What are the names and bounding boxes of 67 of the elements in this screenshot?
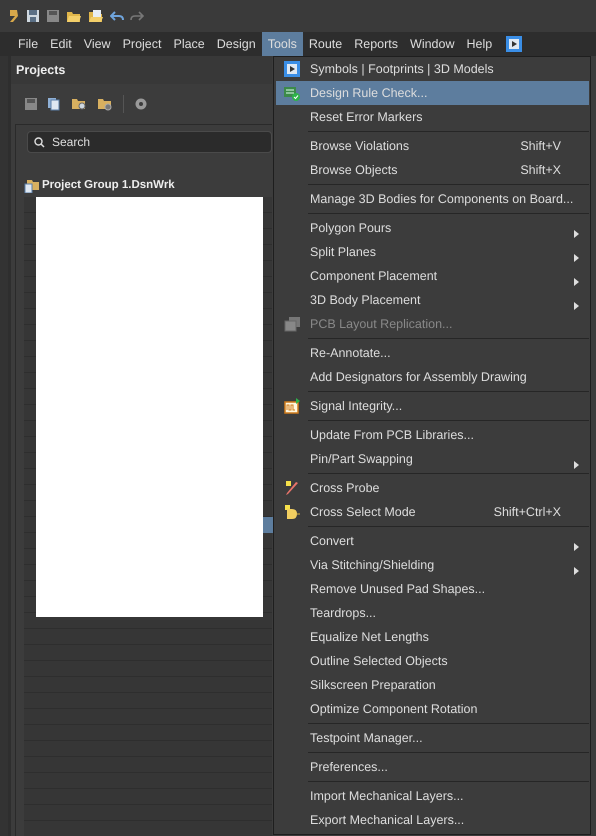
- menu-item[interactable]: View: [78, 32, 117, 56]
- search-field[interactable]: Search: [27, 131, 272, 153]
- menu-item[interactable]: Help: [460, 32, 498, 56]
- waveform-icon: [284, 398, 300, 414]
- menu-item[interactable]: Remove Unused Pad Shapes...: [276, 577, 589, 601]
- submenu-arrow-icon: [574, 302, 579, 310]
- panel-title: Projects: [11, 56, 272, 84]
- menu-item[interactable]: Cross Select Mode Shift+Ctrl+X: [276, 500, 589, 524]
- menu-item[interactable]: Window: [404, 32, 460, 56]
- undo-icon[interactable]: [110, 10, 124, 22]
- menu-item[interactable]: Reports: [348, 32, 404, 56]
- menu-item[interactable]: Signal Integrity...: [276, 394, 589, 418]
- menu-item[interactable]: Teardrops...: [276, 601, 589, 625]
- submenu-arrow-icon: [574, 566, 579, 575]
- tree-item[interactable]: Project Group 1.DsnWrk: [42, 177, 175, 195]
- logo-icon: [8, 8, 20, 24]
- settings-icon[interactable]: [134, 97, 148, 111]
- menu-item[interactable]: Symbols | Footprints | 3D Models: [276, 57, 589, 81]
- menu-item[interactable]: Manage 3D Bodies for Components on Board...: [276, 187, 589, 211]
- project-folder-icon[interactable]: [88, 9, 104, 23]
- submenu-arrow-icon: [574, 542, 579, 551]
- menu-item[interactable]: Cross Probe: [276, 476, 589, 500]
- menu-item[interactable]: Add Designators for Assembly Drawing: [276, 365, 589, 389]
- checklist-icon: [284, 85, 300, 101]
- menu-item[interactable]: File: [12, 32, 44, 56]
- folder-icon[interactable]: [66, 9, 82, 23]
- menu-item[interactable]: Split Planes: [276, 240, 589, 264]
- menu-item[interactable]: 3D Body Placement: [276, 288, 589, 312]
- menu-item[interactable]: Update From PCB Libraries...: [276, 423, 589, 447]
- menu-item[interactable]: Polygon Pours: [276, 216, 589, 240]
- menu-item[interactable]: Testpoint Manager...: [276, 726, 589, 750]
- gate-icon: [284, 504, 300, 520]
- menu-item[interactable]: Project: [116, 32, 168, 56]
- submenu-arrow-icon: [574, 460, 579, 469]
- layout-copy-icon: [284, 316, 300, 332]
- redo-icon[interactable]: [130, 10, 144, 22]
- menu-item[interactable]: Re-Annotate...: [276, 341, 589, 365]
- menu-item[interactable]: Optimize Component Rotation: [276, 697, 589, 721]
- menu-item[interactable]: Edit: [44, 32, 78, 56]
- documents-icon[interactable]: [47, 97, 61, 111]
- menu-item[interactable]: Preferences...: [276, 755, 589, 779]
- folder-search-icon[interactable]: [71, 97, 87, 111]
- menu-item[interactable]: Design: [210, 32, 262, 56]
- project-group-icon: [24, 179, 40, 193]
- menu-item[interactable]: Import Mechanical Layers...: [276, 784, 589, 808]
- pencil-icon: [284, 480, 300, 496]
- menu-item[interactable]: Silkscreen Preparation: [276, 673, 589, 697]
- save-all-icon[interactable]: [46, 9, 60, 23]
- menu-item[interactable]: Export Mechanical Layers...: [276, 808, 589, 832]
- menu-item[interactable]: Outline Selected Objects: [276, 649, 589, 673]
- play-icon: [284, 61, 300, 77]
- menu-item[interactable]: Browse Violations Shift+V: [276, 134, 589, 158]
- menu-item[interactable]: Equalize Net Lengths: [276, 625, 589, 649]
- play-icon[interactable]: [506, 36, 522, 52]
- submenu-arrow-icon: [574, 278, 579, 286]
- menu-item[interactable]: Browse Objects Shift+X: [276, 158, 589, 182]
- submenu-arrow-icon: [574, 254, 579, 262]
- submenu-arrow-icon: [574, 230, 579, 238]
- menu-item[interactable]: Convert: [276, 529, 589, 553]
- menu-item[interactable]: Reset Error Markers: [276, 105, 589, 129]
- folder-gear-icon[interactable]: [97, 97, 113, 111]
- menu-item[interactable]: Via Stitching/Shielding: [276, 553, 589, 577]
- menu-item[interactable]: Place: [167, 32, 211, 56]
- save-icon[interactable]: [26, 9, 40, 23]
- menu-item[interactable]: Component Placement: [276, 264, 589, 288]
- menu-item[interactable]: Route: [302, 32, 348, 56]
- menu-item[interactable]: Pin/Part Swapping: [276, 447, 589, 471]
